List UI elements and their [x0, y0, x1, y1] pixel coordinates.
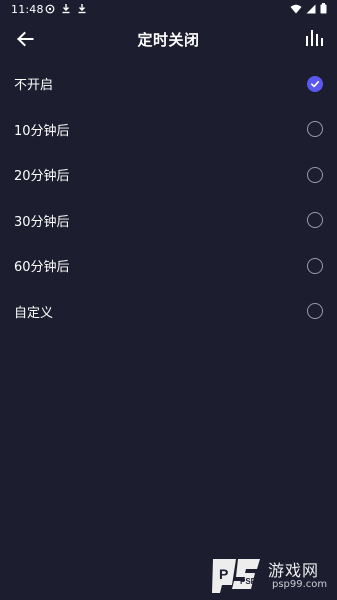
watermark-url: psp99.com: [272, 579, 328, 590]
option-label: 20分钟后: [14, 169, 70, 185]
radio-unchecked-icon[interactable]: [307, 121, 323, 138]
equalizer-button[interactable]: [303, 28, 327, 52]
download-icon: [61, 3, 71, 17]
radio-unchecked-icon[interactable]: [307, 166, 323, 183]
option-label: 10分钟后: [14, 123, 70, 139]
option-row-10min[interactable]: 10分钟后: [0, 107, 337, 153]
status-left-icons: [45, 3, 87, 17]
page-title: 定时关闭: [137, 31, 200, 49]
option-row-off[interactable]: 不开启: [0, 61, 337, 107]
watermark: P PSP 游戏网 psp99.com: [210, 555, 335, 597]
option-row-30min[interactable]: 30分钟后: [0, 198, 337, 244]
option-row-custom[interactable]: 自定义: [0, 289, 337, 335]
radio-unchecked-icon[interactable]: [307, 212, 323, 229]
psp-logo-icon: P PSP: [212, 559, 260, 593]
status-right-icons: [290, 3, 327, 17]
option-label: 自定义: [14, 305, 54, 321]
svg-text:PSP: PSP: [240, 577, 257, 586]
option-row-60min[interactable]: 60分钟后: [0, 243, 337, 289]
radio-unchecked-icon[interactable]: [307, 303, 323, 320]
option-row-20min[interactable]: 20分钟后: [0, 152, 337, 198]
equalizer-icon: [305, 29, 325, 51]
signal-icon: [306, 4, 316, 17]
status-bar: 11:48: [0, 0, 337, 20]
option-label: 60分钟后: [14, 260, 70, 276]
option-label: 30分钟后: [14, 214, 70, 230]
assistant-icon: [45, 4, 55, 17]
watermark-brand: 游戏网: [268, 561, 320, 580]
svg-text:P: P: [219, 566, 228, 582]
toolbar: 定时关闭: [0, 20, 337, 60]
wifi-icon: [290, 4, 302, 17]
option-label: 不开启: [14, 78, 54, 94]
radio-unchecked-icon[interactable]: [307, 257, 323, 274]
radio-checked-icon[interactable]: [307, 75, 323, 92]
download-icon: [77, 3, 87, 17]
status-time: 11:48: [11, 3, 44, 16]
battery-icon: [320, 3, 327, 17]
timer-options-list: 不开启 10分钟后 20分钟后 30分钟后 60分钟后 自定义: [0, 61, 337, 334]
